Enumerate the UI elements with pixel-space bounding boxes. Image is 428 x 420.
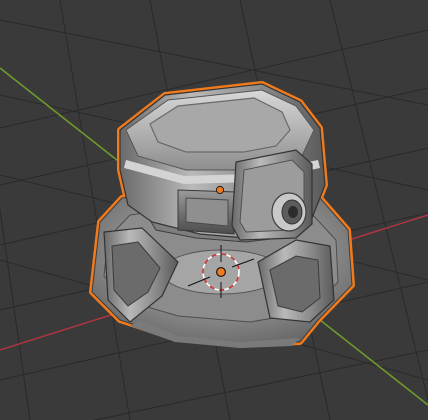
gun-housing: [231, 149, 313, 241]
3d-viewport[interactable]: [0, 0, 428, 420]
object-origin-point: [216, 267, 227, 278]
head-origin-point: [215, 185, 225, 195]
turret-object[interactable]: [89, 81, 355, 348]
